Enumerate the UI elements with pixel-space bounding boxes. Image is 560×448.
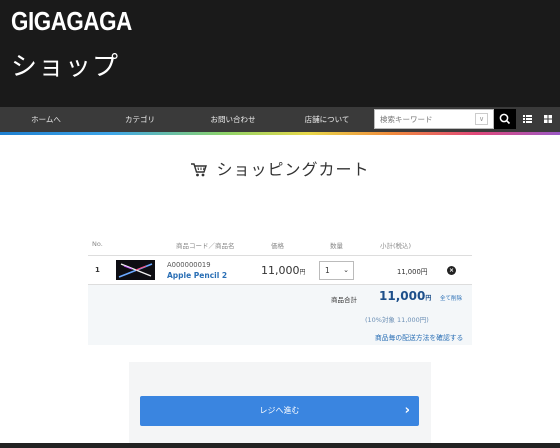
- page-title: ショッピングカート: [216, 160, 370, 179]
- tax-note: (10%対象 11,000円): [365, 316, 429, 324]
- search-dropdown-icon[interactable]: ∨: [475, 113, 488, 125]
- column-header-price: 価格: [271, 242, 284, 250]
- product-price: 11,000円: [261, 264, 306, 277]
- grid-view-button[interactable]: [538, 109, 558, 129]
- close-icon: ×: [448, 267, 455, 274]
- remove-item-button[interactable]: ×: [447, 266, 456, 275]
- column-header-no: No.: [92, 240, 103, 248]
- list-view-button[interactable]: [517, 109, 537, 129]
- total-value: 11,000: [379, 289, 426, 303]
- product-name-link[interactable]: Apple Pencil 2: [167, 271, 227, 280]
- item-number: 1: [95, 266, 100, 274]
- nav-item-contact[interactable]: お問い合わせ: [204, 107, 262, 132]
- product-image: [116, 260, 155, 280]
- price-unit: 円: [299, 269, 306, 276]
- quantity-value: 1: [325, 266, 330, 275]
- search-button[interactable]: [494, 109, 516, 129]
- rainbow-divider: [0, 132, 560, 135]
- quantity-select[interactable]: 1 ⌄: [319, 261, 354, 280]
- checkout-button[interactable]: レジへ進む ›: [140, 396, 419, 426]
- grid-view-icon: [544, 115, 552, 123]
- checkout-label: レジへ進む: [259, 406, 300, 415]
- product-thumbnail[interactable]: [116, 260, 155, 280]
- nav-item-category[interactable]: カテゴリ: [112, 107, 168, 132]
- clear-all-link[interactable]: 全て削除: [440, 294, 462, 302]
- price-value: 11,000: [261, 264, 300, 277]
- cart-icon: [190, 162, 208, 182]
- shipping-method-link[interactable]: 商品毎の配送方法を確認する: [375, 332, 463, 342]
- site-header: GIGAGAGA ショップ: [0, 0, 560, 107]
- cart-item-row: 1 A000000019 Apple Pencil 2 11,000円 1 ⌄ 1…: [88, 255, 472, 285]
- search-input[interactable]: [375, 110, 473, 128]
- list-view-icon: [523, 115, 532, 123]
- shop-title: ショップ: [11, 52, 120, 82]
- chevron-down-icon: ⌄: [343, 266, 349, 274]
- cart-summary: 商品合計 11,000円 全て削除 (10%対象 11,000円) 商品毎の配送…: [88, 285, 472, 345]
- total-label: 商品合計: [331, 296, 357, 304]
- footer-strip: [0, 443, 560, 448]
- site-logo[interactable]: GIGAGAGA: [11, 6, 132, 37]
- page-heading: ショッピングカート: [0, 156, 560, 182]
- chevron-right-icon: ›: [404, 403, 410, 418]
- total-amount: 11,000円: [379, 289, 431, 303]
- column-header-code-name: 商品コード／商品名: [176, 242, 235, 250]
- item-subtotal: 11,000円: [397, 268, 428, 276]
- column-header-subtotal: 小計(税込): [380, 242, 412, 250]
- product-code: A000000019: [167, 261, 211, 269]
- search-icon: [499, 113, 511, 125]
- search-box: ∨: [374, 109, 494, 129]
- column-header-qty: 数量: [330, 242, 343, 250]
- total-unit: 円: [425, 295, 432, 302]
- nav-item-home[interactable]: ホームへ: [18, 107, 74, 132]
- nav-item-about[interactable]: 店舗について: [298, 107, 356, 132]
